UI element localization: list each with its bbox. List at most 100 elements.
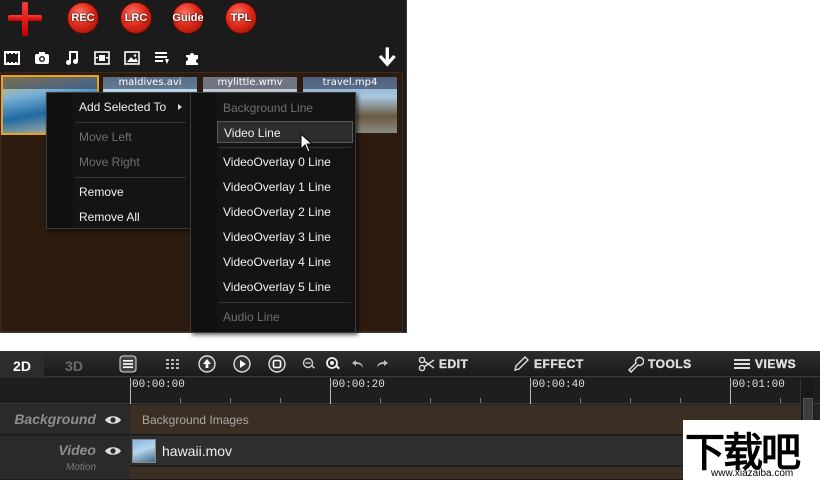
stop-icon[interactable] [267,354,287,374]
menu-item-label: VideoOverlay 3 Line [223,230,331,244]
clip-thumbnail [132,438,156,463]
track-name: Background [14,411,96,427]
scissors-icon [418,356,435,372]
media-filename [3,77,97,89]
effect-button[interactable]: EFFECT [512,354,584,374]
media-filename: travel.mp4 [303,77,397,89]
ruler-minor-tick [480,398,481,403]
zoom-in-icon[interactable] [323,354,343,374]
menu-item-move-right[interactable]: Move Right [73,151,188,173]
menu-item-label: VideoOverlay 0 Line [223,155,331,169]
menu-separator [75,122,186,123]
watermark-url: www.xiazaiba.com [711,468,794,479]
menu-item-label: Video Line [224,126,281,140]
track-header-background: Background [0,405,130,435]
menu-item-add-selected-to[interactable]: Add Selected To [73,96,188,118]
upload-icon[interactable] [197,354,217,374]
guide-button[interactable]: Guide [172,2,204,34]
menu-item-label: Remove [79,185,124,199]
menu-item-label: Move Left [79,130,132,144]
ruler-tick-label: 00:00:00 [132,379,185,391]
menu-item-label: VideoOverlay 2 Line [223,205,331,219]
ruler-major-tick [130,378,131,404]
menu-item-label: Move Right [79,155,140,169]
download-arrow-icon[interactable] [376,46,398,68]
ruler-minor-tick [580,398,581,403]
redo-icon[interactable] [372,354,392,374]
ruler-major-tick [330,378,331,404]
submenu-item-videooverlay-2[interactable]: VideoOverlay 2 Line [217,201,353,223]
ruler-minor-tick [180,398,181,403]
menu-item-move-left[interactable]: Move Left [73,126,188,148]
music-icon[interactable] [63,50,81,66]
ruler-minor-tick [780,398,781,403]
menu-item-label: VideoOverlay 4 Line [223,255,331,269]
list-icon [734,359,750,369]
menu-gutter [191,93,217,332]
menu-icon[interactable] [118,354,138,374]
timeline-clip-hawaii[interactable]: hawaii.mov [132,437,232,464]
video-icon[interactable] [93,50,111,66]
film-icon[interactable] [3,50,21,66]
menu-item-remove-all[interactable]: Remove All [73,206,188,228]
text-icon[interactable] [153,50,171,66]
menu-separator [219,302,351,303]
grid-icon[interactable] [163,354,183,374]
submenu-item-videooverlay-4[interactable]: VideoOverlay 4 Line [217,251,353,273]
menu-item-label: Audio Line [223,310,280,324]
menu-gutter [47,93,73,228]
timeline-toolbar: 2D 3D EDIT EFFECT TOOLS VIEWS [0,351,820,379]
undo-icon[interactable] [348,354,368,374]
ruler-spacer [0,378,130,404]
menu-item-label: Background Line [223,101,314,115]
submenu-add-to-line: Background Line Video Line VideoOverlay … [190,92,356,333]
ruler-tick-label: 00:01:00 [732,379,785,391]
menu-item-label: Remove All [79,210,140,224]
tools-button[interactable]: TOOLS [626,354,692,374]
menu-separator [75,177,186,178]
submenu-item-videooverlay-5[interactable]: VideoOverlay 5 Line [217,276,353,298]
add-media-button[interactable] [6,2,44,36]
submenu-item-videooverlay-3[interactable]: VideoOverlay 3 Line [217,226,353,248]
zoom-out-icon[interactable] [299,354,319,374]
track-header-video: Video Motion [0,436,130,480]
media-filename: maldives.avi [103,77,197,89]
rec-button[interactable]: REC [67,2,99,34]
submenu-item-videooverlay-0[interactable]: VideoOverlay 0 Line [217,151,353,173]
context-menu: Add Selected To Move Left Move Right Rem… [46,92,191,229]
eye-icon[interactable] [104,413,122,427]
media-panel: REC LRC Guide TPL maldives.avi mylittle.… [0,0,407,333]
views-button[interactable]: VIEWS [733,354,796,374]
ruler-major-tick [730,378,731,404]
ruler-tick-label: 00:00:20 [332,379,385,391]
image-icon[interactable] [123,50,141,66]
menu-item-label: VideoOverlay 1 Line [223,180,331,194]
track-name: Video [58,442,96,458]
effect-label: EFFECT [534,357,584,371]
ruler-tick-label: 00:00:40 [532,379,585,391]
tab-3d[interactable]: 3D [52,353,96,379]
submenu-item-audio-line[interactable]: Audio Line [217,306,353,328]
edit-button[interactable]: EDIT [417,354,468,374]
submenu-item-background-line[interactable]: Background Line [217,97,353,119]
tab-2d[interactable]: 2D [0,353,44,379]
submenu-arrow-icon [178,104,182,110]
edit-label: EDIT [439,357,469,371]
menu-item-label: Add Selected To [79,100,167,114]
camera-icon[interactable] [33,50,51,66]
menu-item-remove[interactable]: Remove [73,181,188,203]
watermark: 下载吧 www.xiazaiba.com [683,420,820,480]
puzzle-icon[interactable] [183,50,201,66]
track-subtitle: Motion [65,462,96,473]
eye-icon[interactable] [104,444,122,458]
clip-name: hawaii.mov [162,442,233,459]
submenu-item-videooverlay-1[interactable]: VideoOverlay 1 Line [217,176,353,198]
submenu-item-video-line[interactable]: Video Line [217,121,353,143]
lrc-button[interactable]: LRC [120,2,152,34]
timeline-ruler[interactable]: 00:00:00 00:00:20 00:00:40 00:01:00 [130,378,820,404]
pen-icon [514,356,529,371]
mouse-cursor-icon [300,133,314,153]
tpl-button[interactable]: TPL [225,2,257,34]
ruler-minor-tick [680,398,681,403]
play-icon[interactable] [232,354,252,374]
